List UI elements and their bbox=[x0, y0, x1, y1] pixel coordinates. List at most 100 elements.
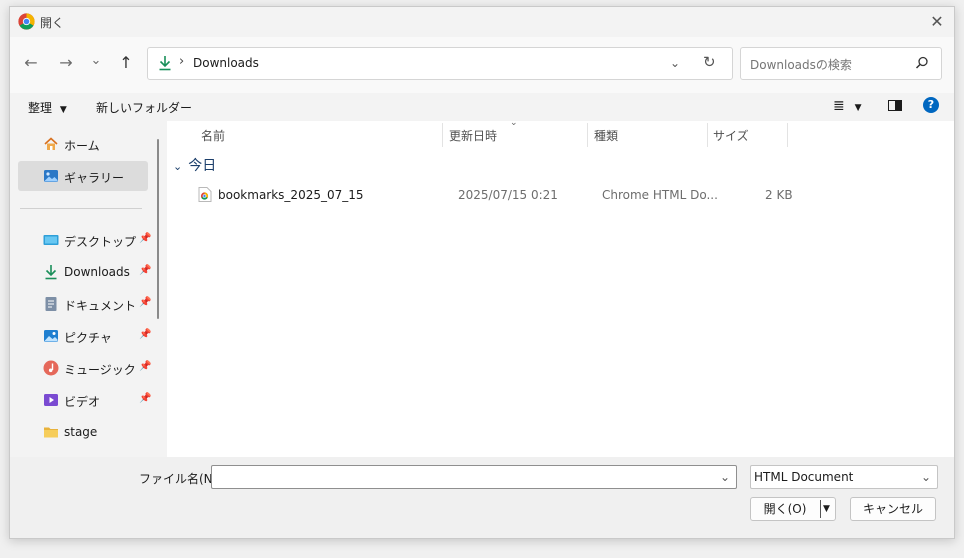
chevron-down-icon[interactable]: ⌄ bbox=[720, 470, 730, 484]
title-bar: 開く ✕ bbox=[10, 7, 954, 37]
open-button-label: 開く(O) bbox=[763, 502, 807, 516]
cancel-button-label: キャンセル bbox=[862, 502, 923, 516]
chrome-logo-icon bbox=[18, 13, 35, 30]
up-button[interactable]: ↑ bbox=[113, 50, 139, 76]
chevron-down-icon: ⌄ bbox=[920, 470, 931, 484]
filetype-value: HTML Document bbox=[754, 470, 854, 484]
column-header-modified[interactable]: 更新日時 bbox=[449, 127, 497, 144]
open-dropdown-icon[interactable]: ▼ bbox=[823, 498, 830, 520]
sidebar-item-documents[interactable]: ドキュメント 📌 bbox=[18, 289, 151, 319]
window-title: 開く bbox=[40, 16, 65, 30]
caret-down-icon: ▼ bbox=[59, 105, 67, 115]
column-header-size[interactable]: サイズ bbox=[713, 127, 749, 144]
sidebar-item-label: stage bbox=[64, 425, 98, 439]
sidebar-item-gallery[interactable]: ギャラリー bbox=[18, 161, 148, 191]
column-header-type[interactable]: 種類 bbox=[594, 127, 618, 144]
breadcrumb-separator: › bbox=[179, 54, 185, 69]
new-folder-button[interactable]: 新しいフォルダー bbox=[96, 99, 192, 116]
open-file-dialog: 開く ✕ ← → ⌄ ↑ › Downloads ⌄ ↻ Downloadsの検… bbox=[9, 6, 955, 539]
new-folder-label: 新しいフォルダー bbox=[96, 101, 193, 115]
search-icon[interactable] bbox=[915, 56, 929, 70]
file-modified: 2025/07/15 0:21 bbox=[458, 188, 558, 202]
navigation-bar: ← → ⌄ ↑ › Downloads ⌄ ↻ Downloadsの検索 bbox=[10, 37, 954, 93]
music-icon bbox=[43, 360, 59, 376]
search-input[interactable]: Downloadsの検索 bbox=[750, 56, 852, 73]
pin-icon[interactable]: 📌 bbox=[139, 329, 151, 340]
sort-descending-icon: ⌄ bbox=[510, 118, 518, 128]
sidebar-item-label: デスクトップ bbox=[64, 235, 137, 249]
help-icon[interactable]: ? bbox=[923, 97, 939, 113]
pin-icon[interactable]: 📌 bbox=[139, 297, 151, 308]
gallery-icon bbox=[44, 170, 58, 182]
column-divider[interactable] bbox=[707, 123, 708, 147]
back-button[interactable]: ← bbox=[18, 50, 44, 76]
close-button[interactable]: ✕ bbox=[926, 11, 948, 33]
video-icon bbox=[44, 394, 58, 406]
list-view-icon: ≣ bbox=[833, 98, 845, 114]
address-dropdown-icon[interactable]: ⌄ bbox=[670, 56, 680, 70]
preview-pane-icon[interactable] bbox=[888, 100, 902, 111]
sidebar-item-home[interactable]: ホーム bbox=[18, 129, 148, 159]
refresh-icon[interactable]: ↻ bbox=[703, 53, 716, 71]
sidebar-item-music[interactable]: ミュージック 📌 bbox=[18, 353, 151, 383]
filename-field[interactable]: ⌄ bbox=[211, 465, 737, 489]
caret-down-icon: ▼ bbox=[854, 103, 862, 113]
document-icon bbox=[45, 297, 57, 311]
sidebar-item-videos[interactable]: ビデオ 📌 bbox=[18, 385, 151, 415]
download-icon bbox=[45, 265, 57, 280]
folder-icon bbox=[44, 427, 58, 438]
close-icon: ✕ bbox=[930, 12, 944, 31]
sidebar-item-label: ピクチャ bbox=[64, 331, 112, 345]
pin-icon[interactable]: 📌 bbox=[139, 393, 151, 404]
pictures-icon bbox=[44, 330, 58, 342]
command-bar: 整理 ▼ 新しいフォルダー ≣ ▼ ? bbox=[10, 93, 954, 121]
filename-label: ファイル名(N): bbox=[139, 472, 222, 486]
column-divider[interactable] bbox=[787, 123, 788, 147]
file-list: 名前 更新日時 ⌄ 種類 サイズ ⌄ 今日 bookmarks_2025_07_1… bbox=[167, 118, 954, 457]
sidebar-item-desktop[interactable]: デスクトップ 📌 bbox=[18, 225, 151, 255]
dialog-footer: ファイル名(N): ⌄ HTML Document ⌄ 開く(O) ▼ キャンセ… bbox=[10, 457, 954, 538]
sidebar-item-label: ホーム bbox=[64, 139, 100, 153]
chevron-down-icon: ⌄ bbox=[90, 53, 102, 68]
sidebar-item-pictures[interactable]: ピクチャ 📌 bbox=[18, 321, 151, 351]
file-name: bookmarks_2025_07_15 bbox=[218, 188, 364, 202]
filetype-select[interactable]: HTML Document ⌄ bbox=[750, 465, 938, 489]
column-divider[interactable] bbox=[442, 123, 443, 147]
address-bar[interactable]: › Downloads ⌄ ↻ bbox=[147, 47, 733, 80]
pin-icon[interactable]: 📌 bbox=[139, 361, 151, 372]
group-label: 今日 bbox=[188, 158, 217, 174]
organize-label: 整理 bbox=[28, 101, 53, 115]
sidebar-item-label: ギャラリー bbox=[64, 171, 125, 185]
column-header-name[interactable]: 名前 bbox=[201, 127, 225, 144]
pin-icon[interactable]: 📌 bbox=[139, 265, 151, 276]
file-size: 2 KB bbox=[765, 188, 793, 202]
sidebar-item-label: ビデオ bbox=[64, 395, 101, 409]
recent-locations-button[interactable]: ⌄ bbox=[83, 48, 109, 74]
pin-icon[interactable]: 📌 bbox=[139, 233, 151, 244]
sidebar-scrollbar[interactable] bbox=[157, 139, 159, 319]
sidebar-item-label: ミュージック bbox=[64, 363, 136, 377]
open-button[interactable]: 開く(O) ▼ bbox=[750, 497, 836, 521]
forward-arrow-icon: → bbox=[59, 53, 73, 72]
home-icon bbox=[44, 137, 58, 150]
sidebar-item-downloads[interactable]: Downloads 📌 bbox=[18, 257, 151, 287]
sidebar-item-stage[interactable]: stage bbox=[18, 417, 148, 447]
breadcrumb-downloads[interactable]: Downloads bbox=[193, 56, 259, 70]
back-arrow-icon: ← bbox=[24, 53, 38, 72]
forward-button[interactable]: → bbox=[53, 50, 79, 76]
file-type: Chrome HTML Do... bbox=[602, 188, 718, 202]
up-arrow-icon: ↑ bbox=[119, 53, 133, 72]
sidebar-divider bbox=[20, 208, 142, 209]
cancel-button[interactable]: キャンセル bbox=[850, 497, 936, 521]
group-header-today[interactable]: ⌄ 今日 bbox=[173, 155, 216, 175]
sidebar-item-label: Downloads bbox=[64, 265, 130, 279]
table-row[interactable]: bookmarks_2025_07_15 2025/07/15 0:21 Chr… bbox=[188, 183, 948, 207]
search-box[interactable]: Downloadsの検索 bbox=[740, 47, 942, 80]
chevron-down-icon: ⌄ bbox=[173, 160, 183, 173]
desktop-icon bbox=[43, 235, 59, 245]
view-options-button[interactable]: ≣ ▼ bbox=[833, 98, 861, 114]
column-divider[interactable] bbox=[587, 123, 588, 147]
navigation-pane: ホーム ギャラリー デスクトップ 📌 Downloads 📌 ドキュメント 📌 … bbox=[10, 121, 166, 457]
organize-button[interactable]: 整理 ▼ bbox=[28, 99, 67, 116]
sidebar-item-label: ドキュメント bbox=[64, 299, 137, 313]
